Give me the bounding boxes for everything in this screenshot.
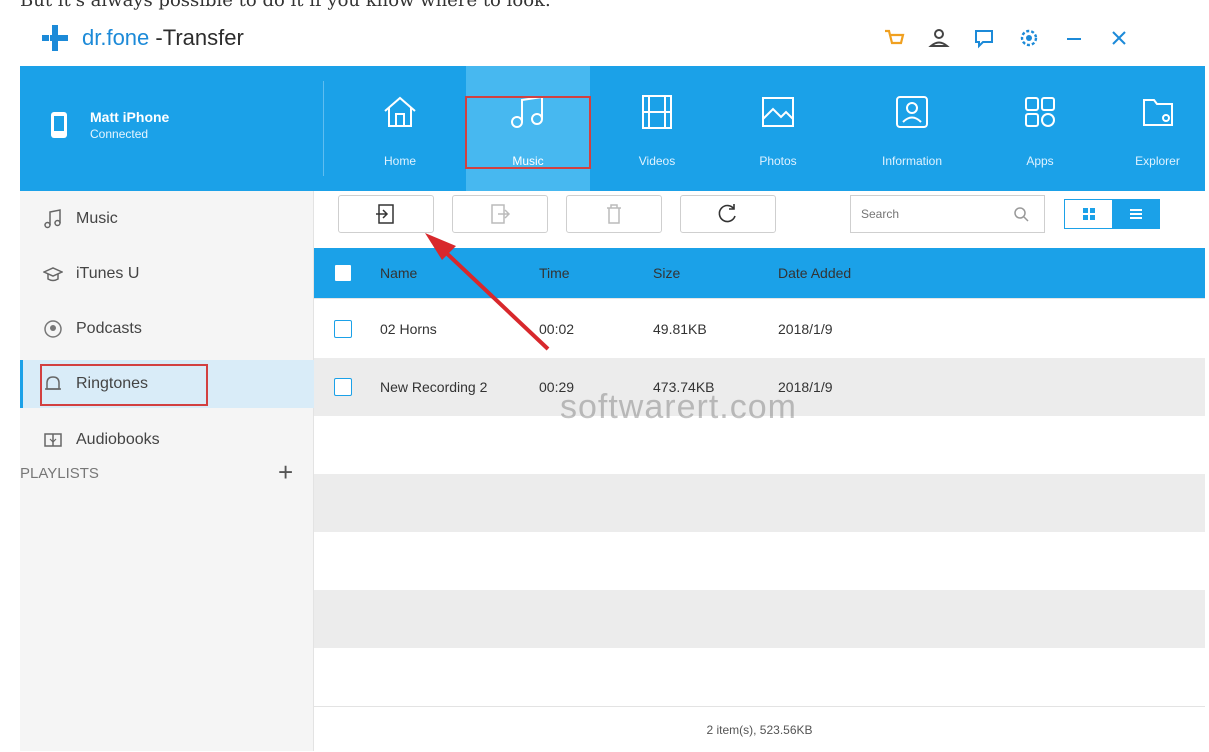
list-view-icon (1129, 209, 1142, 219)
sidebar-item-itunes-u[interactable]: iTunes U (20, 250, 313, 298)
close-icon[interactable] (1105, 24, 1133, 52)
table-row[interactable]: 02 Horns 00:02 49.81KB 2018/1/9 (314, 300, 1205, 358)
column-header-size[interactable]: Size (653, 265, 680, 281)
user-icon[interactable] (925, 24, 953, 52)
graduation-cap-icon (42, 263, 64, 285)
tab-explorer-label: Explorer (1135, 154, 1180, 168)
list-view-button[interactable] (1112, 200, 1159, 228)
grid-view-button[interactable] (1065, 200, 1112, 228)
app-title-suffix: -Transfer (149, 25, 244, 50)
app-title: dr.fone -Transfer (82, 25, 244, 51)
header-divider (323, 81, 324, 176)
import-button[interactable] (338, 195, 434, 233)
column-header-name[interactable]: Name (380, 265, 417, 281)
search-box[interactable] (850, 195, 1045, 233)
tab-information[interactable]: Information (852, 66, 972, 191)
row-checkbox[interactable] (334, 320, 352, 338)
export-button[interactable] (452, 195, 548, 233)
settings-gear-icon[interactable] (1015, 24, 1043, 52)
search-input[interactable] (859, 206, 1013, 222)
device-name: Matt iPhone (90, 109, 170, 125)
podcast-icon (42, 318, 64, 340)
select-all-checkbox[interactable] (334, 264, 352, 282)
tab-apps[interactable]: Apps (990, 66, 1090, 191)
sidebar: Music iTunes U Podcasts Ringtones Audiob… (20, 191, 316, 751)
watermark: softwarert.com (560, 388, 797, 426)
minimize-icon[interactable] (1060, 24, 1088, 52)
table-header-row: Name Time Size Date Added (314, 248, 1205, 299)
tab-home[interactable]: Home (350, 66, 450, 191)
tab-information-label: Information (881, 154, 943, 168)
film-icon (641, 93, 673, 131)
music-tab-highlight (465, 96, 591, 169)
app-window: dr.fone -Transfer Matt iPhone Connected (20, 12, 1205, 751)
column-header-time[interactable]: Time (539, 265, 570, 281)
tab-videos-label: Videos (638, 154, 676, 168)
book-icon (42, 429, 64, 451)
dr-fone-logo-icon (42, 25, 68, 51)
row-name: 02 Horns (380, 321, 437, 337)
tab-photos[interactable]: Photos (728, 66, 828, 191)
image-icon (761, 93, 795, 131)
music-note-icon (42, 208, 64, 230)
feedback-icon[interactable] (970, 24, 998, 52)
row-checkbox[interactable] (334, 378, 352, 396)
cart-icon[interactable] (880, 24, 908, 52)
row-date-added: 2018/1/9 (778, 321, 833, 337)
trash-icon (607, 204, 621, 224)
sidebar-item-label: Music (76, 210, 118, 227)
sidebar-item-label: Audiobooks (76, 431, 160, 448)
sidebar-item-ringtones[interactable]: Ringtones (20, 360, 316, 408)
device-header: Matt iPhone Connected Home Music Videos … (20, 66, 1205, 191)
search-icon[interactable] (1013, 206, 1029, 222)
empty-row (314, 474, 1205, 532)
playlists-heading: PLAYLISTS (20, 465, 99, 482)
tab-explorer[interactable]: Explorer (1110, 66, 1205, 191)
contact-icon (895, 93, 929, 131)
sidebar-item-music[interactable]: Music (20, 195, 313, 243)
empty-row (314, 532, 1205, 590)
folder-icon (1141, 93, 1175, 131)
app-brand: dr.fone (82, 25, 150, 50)
sidebar-item-audiobooks[interactable]: Audiobooks (20, 416, 313, 464)
sidebar-item-label: Podcasts (76, 320, 142, 337)
grid-view-icon (1082, 208, 1095, 220)
add-playlist-button[interactable]: + (278, 459, 293, 485)
export-icon (491, 204, 511, 224)
row-name: New Recording 2 (380, 379, 488, 395)
ringtones-highlight (40, 364, 208, 406)
delete-button[interactable] (566, 195, 662, 233)
row-time: 00:02 (539, 321, 575, 337)
caption-text: But it's always possible to do it if you… (20, 0, 551, 11)
refresh-button[interactable] (680, 195, 776, 233)
sidebar-item-label: iTunes U (76, 265, 140, 282)
toolbar (314, 191, 1205, 251)
home-icon (382, 93, 418, 131)
tab-home-label: Home (383, 154, 416, 168)
device-status: Connected (90, 127, 149, 141)
row-size: 49.81KB (653, 321, 707, 337)
phone-icon (51, 112, 67, 138)
tab-videos[interactable]: Videos (607, 66, 707, 191)
tab-apps-label: Apps (1026, 154, 1054, 168)
view-toggle (1064, 199, 1160, 229)
import-icon (376, 204, 394, 224)
apps-grid-icon (1023, 93, 1057, 131)
status-bar: 2 item(s), 523.56KB (314, 706, 1205, 752)
tab-photos-label: Photos (759, 154, 797, 168)
column-header-date-added[interactable]: Date Added (778, 265, 851, 281)
refresh-icon (718, 204, 736, 223)
device-info[interactable]: Matt iPhone Connected (50, 108, 169, 142)
empty-row (314, 590, 1205, 648)
title-bar: dr.fone -Transfer (20, 12, 1205, 64)
sidebar-item-podcasts[interactable]: Podcasts (20, 305, 313, 353)
